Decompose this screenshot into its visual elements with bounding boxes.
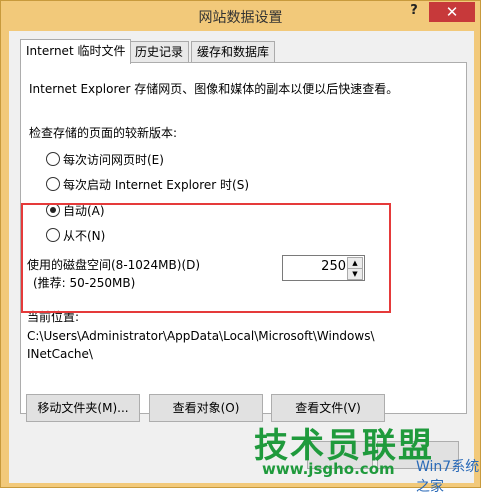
help-button[interactable]: ?	[403, 3, 425, 21]
panel-description: Internet Explorer 存储网页、图像和媒体的副本以便以后快速查看。	[29, 82, 399, 96]
view-objects-button[interactable]: 查看对象(O)	[149, 394, 263, 422]
highlight-box	[21, 203, 391, 313]
radio-every-start-label[interactable]: 每次启动 Internet Explorer 时(S)	[63, 176, 249, 193]
current-location-path-line1: C:\Users\Administrator\AppData\Local\Mic…	[27, 329, 375, 343]
tab-caches-databases[interactable]: 缓存和数据库	[191, 41, 276, 62]
tab-history[interactable]: 历史记录	[129, 41, 190, 62]
close-button[interactable]: ✕	[429, 2, 475, 22]
watermark-site: www.jsgho.com	[262, 460, 395, 478]
title-bar[interactable]: 网站数据设置 ? ✕	[1, 1, 480, 31]
radio-every-start[interactable]	[46, 177, 60, 191]
check-versions-label: 检查存储的页面的较新版本:	[29, 126, 178, 140]
radio-every-visit-label[interactable]: 每次访问网页时(E)	[63, 151, 164, 168]
move-folder-button[interactable]: 移动文件夹(M)...	[26, 394, 140, 422]
radio-every-visit[interactable]	[46, 152, 60, 166]
current-location-path-line2: INetCache\	[27, 347, 93, 361]
dialog-window: 网站数据设置 ? ✕ Internet 临时文件 历史记录 缓存和数据库 Int…	[0, 0, 481, 488]
close-icon: ✕	[445, 3, 459, 21]
watermark: 技术员联盟 www.jsgho.com Win7系统之家	[250, 418, 481, 495]
watermark-tail: Win7系统之家	[416, 459, 480, 495]
tab-internet-temp-files[interactable]: Internet 临时文件	[20, 39, 132, 64]
